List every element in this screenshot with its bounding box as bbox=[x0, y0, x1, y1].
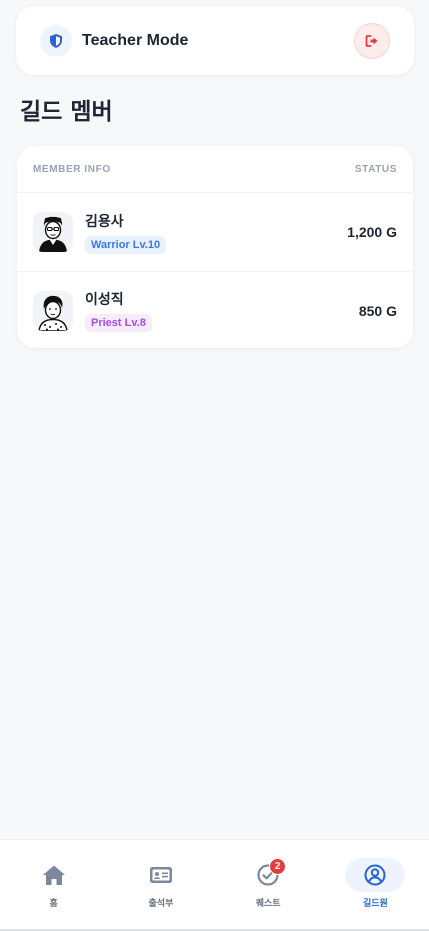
members-table: MEMBER INFO STATUS 김용사 Warrior Lv.10 1,2… bbox=[17, 146, 413, 348]
member-name: 이성직 bbox=[85, 292, 124, 308]
nav-label: 퀘스트 bbox=[255, 899, 281, 909]
nav-item-attendance[interactable]: 출석부 bbox=[131, 858, 191, 909]
class-level-badge: Priest Lv.8 bbox=[85, 314, 152, 332]
class-level-badge: Warrior Lv.10 bbox=[85, 235, 167, 254]
table-header: MEMBER INFO STATUS bbox=[17, 146, 413, 193]
avatar bbox=[33, 212, 73, 252]
bottom-nav: 홈 출석부 2 퀘스트 길드원 bbox=[0, 839, 429, 931]
column-header-status: STATUS bbox=[354, 163, 397, 175]
member-info: 이성직 Priest Lv.8 bbox=[33, 289, 152, 332]
home-icon bbox=[42, 864, 66, 886]
avatar bbox=[33, 290, 73, 331]
gold-amount: 1,200 G bbox=[347, 224, 397, 240]
logout-button[interactable] bbox=[354, 22, 390, 59]
member-info: 김용사 Warrior Lv.10 bbox=[33, 211, 167, 254]
shield-icon bbox=[40, 24, 72, 57]
notification-badge: 2 bbox=[269, 858, 287, 875]
page-title: 길드 멤버 bbox=[20, 99, 113, 125]
nav-label: 홈 bbox=[49, 899, 58, 909]
guild-member-icon bbox=[364, 864, 386, 886]
nav-item-quests[interactable]: 2 퀘스트 bbox=[238, 858, 298, 909]
nav-item-guild-members[interactable]: 길드원 bbox=[345, 858, 406, 909]
table-row[interactable]: 김용사 Warrior Lv.10 1,200 G bbox=[17, 193, 413, 271]
member-name: 김용사 bbox=[85, 213, 124, 230]
nav-label: 길드원 bbox=[362, 899, 388, 909]
table-row[interactable]: 이성직 Priest Lv.8 850 G bbox=[17, 271, 413, 348]
gold-amount: 850 G bbox=[358, 302, 397, 319]
attendance-card-icon bbox=[149, 865, 173, 885]
top-bar: Teacher Mode bbox=[16, 6, 414, 75]
logout-icon bbox=[365, 34, 379, 48]
nav-item-home[interactable]: 홈 bbox=[24, 858, 84, 909]
column-header-member-info: MEMBER INFO bbox=[33, 163, 111, 175]
nav-label: 출석부 bbox=[148, 899, 174, 909]
mode-title: Teacher Mode bbox=[82, 31, 189, 49]
teacher-mode-indicator: Teacher Mode bbox=[40, 24, 189, 57]
